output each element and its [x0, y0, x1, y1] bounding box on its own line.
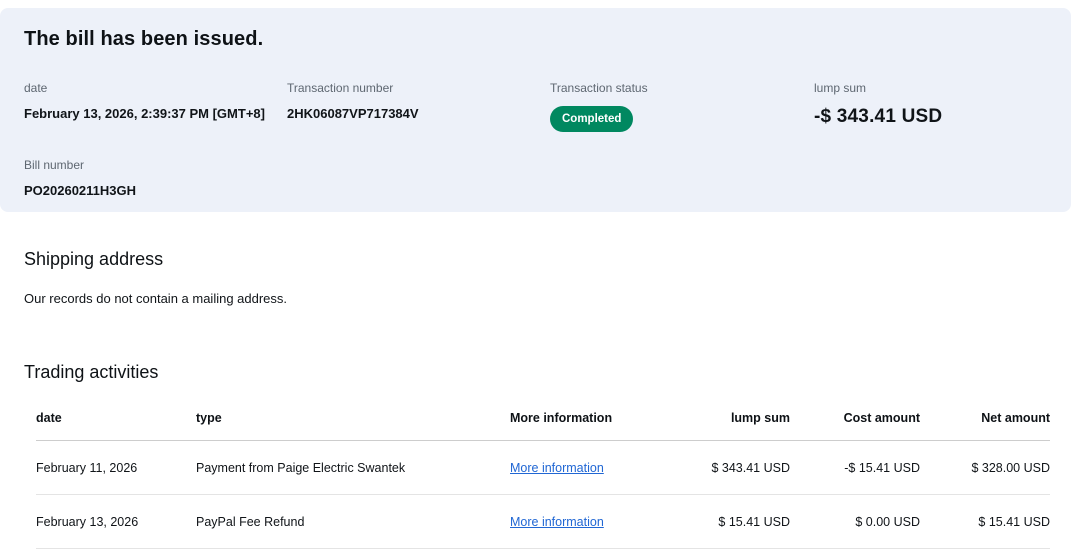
trading-activities-heading: Trading activities: [24, 362, 159, 382]
col-header-lump-sum: lump sum: [730, 411, 790, 425]
field-transaction-status: Transaction status Completed: [550, 81, 814, 132]
cell-cost-amount: -$ 15.41 USD: [844, 461, 920, 475]
bill-number-label: Bill number: [24, 158, 85, 172]
trading-activities-section: Trading activities: [0, 362, 1071, 383]
transaction-number-value: 2HK06087VP717384V: [287, 106, 419, 121]
transaction-summary: date February 13, 2026, 2:39:37 PM [GMT+…: [24, 81, 1047, 132]
page-title: The bill has been issued.: [24, 28, 264, 50]
field-transaction-number: Transaction number 2HK06087VP717384V: [287, 81, 550, 132]
bill-issued-banner: The bill has been issued. date February …: [0, 8, 1071, 212]
lump-sum-value: -$ 343.41 USD: [814, 106, 943, 127]
table-row: February 13, 2026 PayPal Fee Refund More…: [36, 495, 1050, 549]
cell-net-amount: $ 328.00 USD: [971, 461, 1050, 475]
date-label: date: [24, 81, 48, 95]
field-date: date February 13, 2026, 2:39:37 PM [GMT+…: [24, 81, 287, 132]
lump-sum-label: lump sum: [814, 81, 867, 95]
col-header-net-amount: Net amount: [981, 411, 1050, 425]
field-lump-sum: lump sum -$ 343.41 USD: [814, 81, 1047, 132]
col-header-cost-amount: Cost amount: [843, 411, 920, 425]
shipping-address-section: Shipping address Our records do not cont…: [0, 249, 1071, 306]
status-badge: Completed: [550, 106, 634, 132]
transaction-number-label: Transaction number: [287, 81, 394, 95]
table-header-row: date type More information lump sum Cost…: [36, 397, 1050, 441]
transaction-status-label: Transaction status: [550, 81, 648, 95]
cell-lump-sum: $ 15.41 USD: [718, 515, 790, 529]
trading-activities-table: date type More information lump sum Cost…: [36, 397, 1050, 549]
cell-cost-amount: $ 0.00 USD: [855, 515, 920, 529]
col-header-date: date: [36, 411, 62, 425]
shipping-address-message: Our records do not contain a mailing add…: [24, 291, 288, 306]
cell-lump-sum: $ 343.41 USD: [711, 461, 790, 475]
table-row: February 11, 2026 Payment from Paige Ele…: [36, 441, 1050, 495]
date-value: February 13, 2026, 2:39:37 PM [GMT+8]: [24, 106, 265, 121]
more-information-link[interactable]: More information: [510, 515, 604, 529]
cell-type: Payment from Paige Electric Swantek: [196, 461, 406, 475]
more-information-link[interactable]: More information: [510, 461, 604, 475]
field-bill-number: Bill number PO20260211H3GH: [24, 158, 1047, 198]
cell-type: PayPal Fee Refund: [196, 515, 305, 529]
bill-number-value: PO20260211H3GH: [24, 183, 137, 198]
shipping-address-heading: Shipping address: [24, 249, 164, 269]
cell-date: February 13, 2026: [36, 515, 139, 529]
cell-date: February 11, 2026: [36, 461, 138, 475]
col-header-more-information: More information: [510, 411, 613, 425]
cell-net-amount: $ 15.41 USD: [978, 515, 1050, 529]
col-header-type: type: [196, 411, 222, 425]
